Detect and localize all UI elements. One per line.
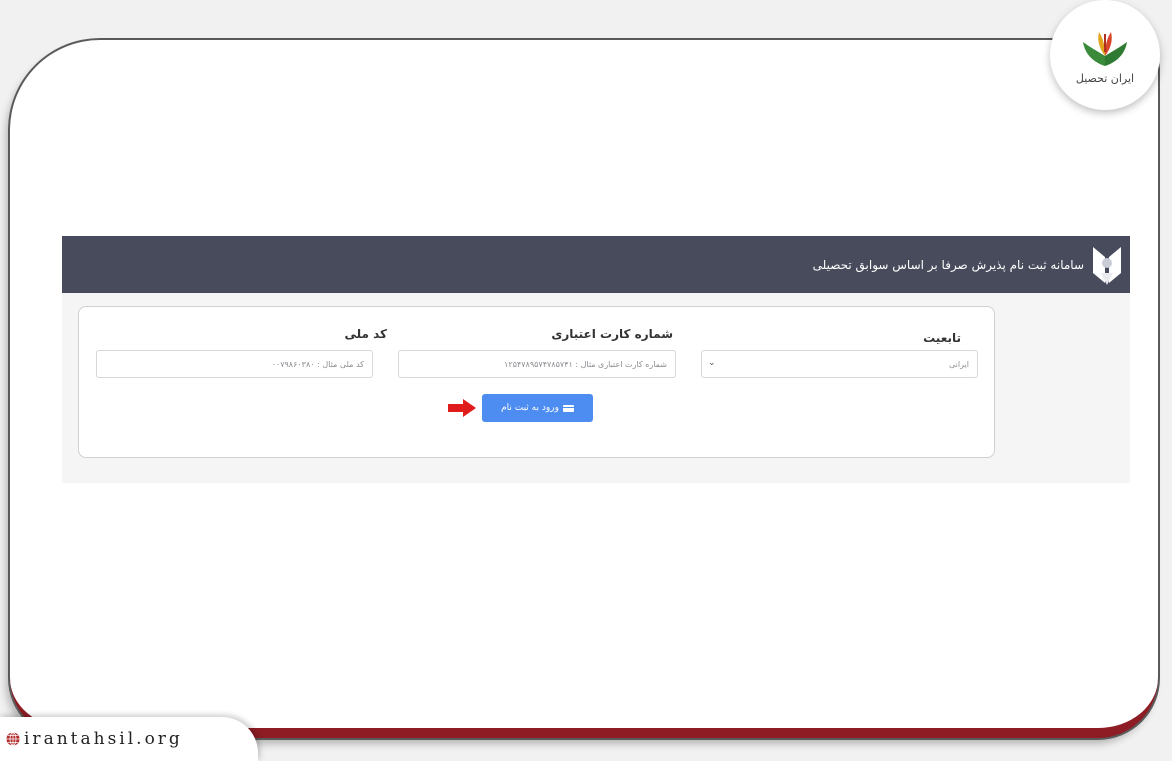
registration-form: تابعیت ایرانی ⌄ شماره کارت اعتباری شماره… xyxy=(78,306,995,458)
national-code-placeholder: کد ملی مثال : ۰۰۷۹۸۶۰۳۸۰ xyxy=(271,359,364,369)
brand-badge: ایران تحصیل xyxy=(1050,0,1160,110)
chevron-down-icon: ⌄ xyxy=(708,358,716,368)
submit-button-label: ورود به ثبت نام xyxy=(501,403,559,413)
site-url: irantahsil.org xyxy=(24,729,183,749)
page-body: تابعیت ایرانی ⌄ شماره کارت اعتباری شماره… xyxy=(62,293,1130,483)
nationality-label: تابعیت xyxy=(923,331,961,345)
brand-name: ایران تحصیل xyxy=(1075,71,1135,85)
card-number-placeholder: شماره کارت اعتباری مثال : ۱۲۵۴۷۸۹۵۷۴۷۸۵۷… xyxy=(504,359,667,369)
submit-registration-button[interactable]: ورود به ثبت نام xyxy=(482,394,593,422)
nationality-select[interactable]: ایرانی ⌄ xyxy=(701,350,978,378)
site-watermark: irantahsil.org xyxy=(0,717,258,761)
brand-logo-icon xyxy=(1083,31,1127,66)
card-number-input[interactable]: شماره کارت اعتباری مثال : ۱۲۵۴۷۸۹۵۷۴۷۸۵۷… xyxy=(398,350,676,378)
national-code-input[interactable]: کد ملی مثال : ۰۰۷۹۸۶۰۳۸۰ xyxy=(96,350,373,378)
page-title: سامانه ثبت نام پذیرش صرفا بر اساس سوابق … xyxy=(812,257,1084,272)
credit-card-icon xyxy=(562,404,574,412)
card-number-label: شماره کارت اعتباری xyxy=(551,327,673,341)
site-header: سامانه ثبت نام پذیرش صرفا بر اساس سوابق … xyxy=(62,236,1130,293)
right-arrow-icon xyxy=(448,399,476,417)
university-logo-icon xyxy=(1093,246,1121,285)
globe-icon xyxy=(6,732,20,746)
national-code-label: کد ملی xyxy=(344,327,387,341)
nationality-value: ایرانی xyxy=(949,359,969,369)
